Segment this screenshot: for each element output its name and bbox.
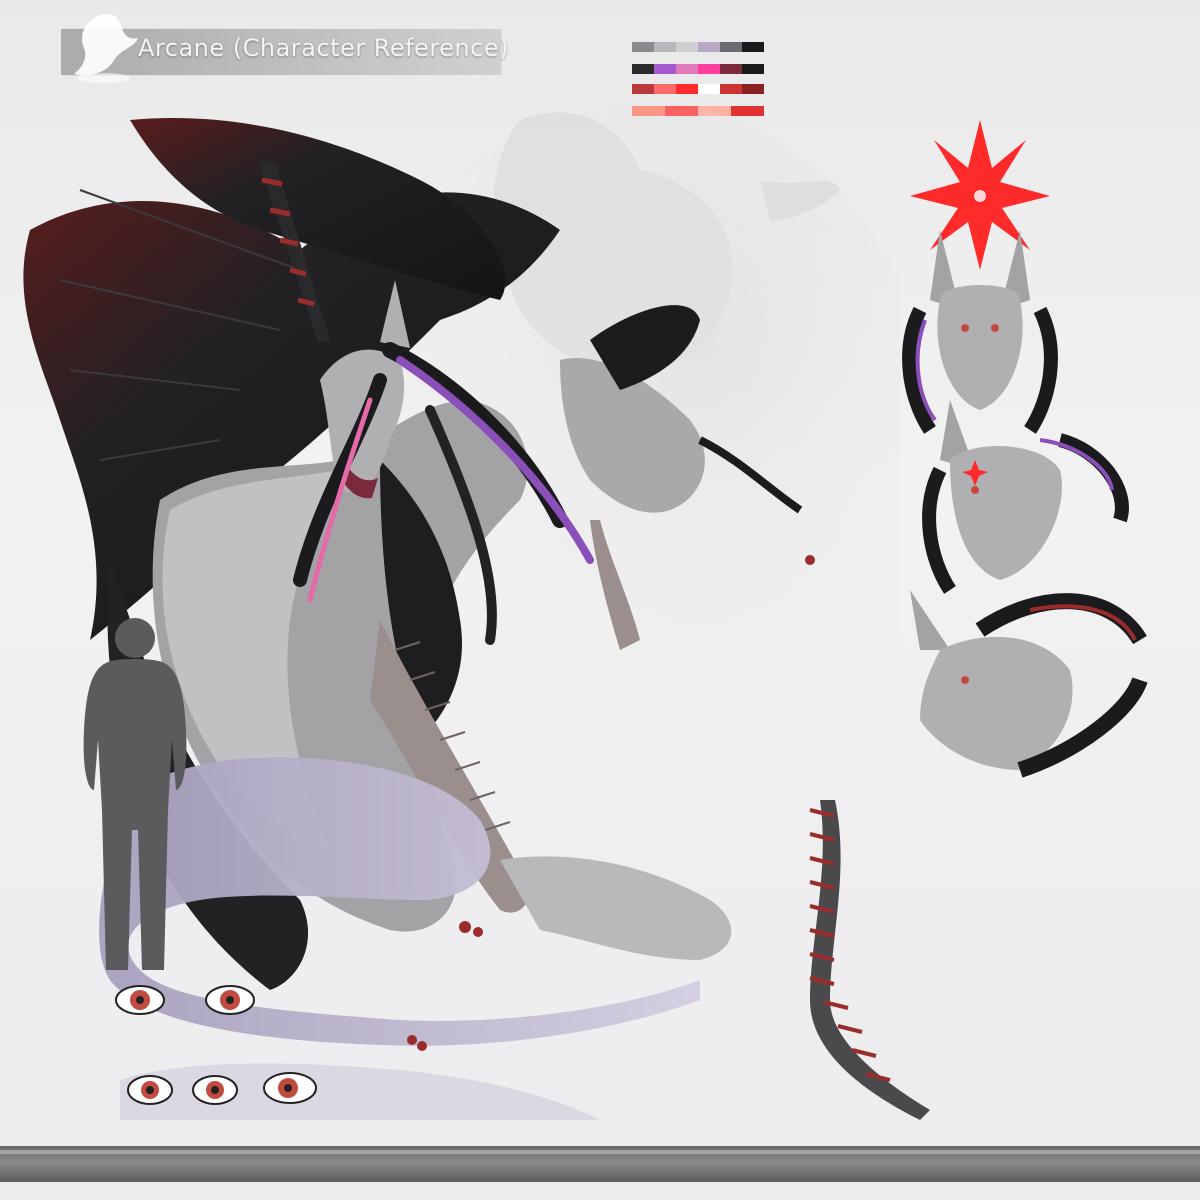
human-scale-silhouette xyxy=(83,618,187,970)
palette-swatch xyxy=(698,64,720,74)
tail-stripe xyxy=(837,1024,863,1034)
eye-studies xyxy=(115,985,317,1105)
footer-highlight xyxy=(0,1150,1200,1154)
palette-swatch xyxy=(632,64,654,74)
palette-swatch xyxy=(742,64,764,74)
eye-study-row-1 xyxy=(115,985,255,1015)
palette-swatch xyxy=(720,42,742,52)
palette-swatch xyxy=(720,64,742,74)
palette-swatch xyxy=(742,42,764,52)
head-study-profile xyxy=(910,590,1148,778)
palette-swatch xyxy=(654,42,676,52)
palette-swatch xyxy=(676,64,698,74)
head-study-three-quarter xyxy=(922,400,1129,594)
head-studies xyxy=(902,120,1148,778)
eye-study-row-2 xyxy=(127,1072,317,1105)
palette-swatch xyxy=(698,42,720,52)
tail-spine-detail xyxy=(809,800,930,1120)
page-title: Arcane (Character Reference) xyxy=(138,34,509,62)
forehead-star-icon xyxy=(910,120,1050,270)
palette-swatch xyxy=(632,42,654,52)
palette-swatch xyxy=(654,64,676,74)
dragon-head-logo-icon xyxy=(74,14,138,83)
palette-swatch xyxy=(676,42,698,52)
